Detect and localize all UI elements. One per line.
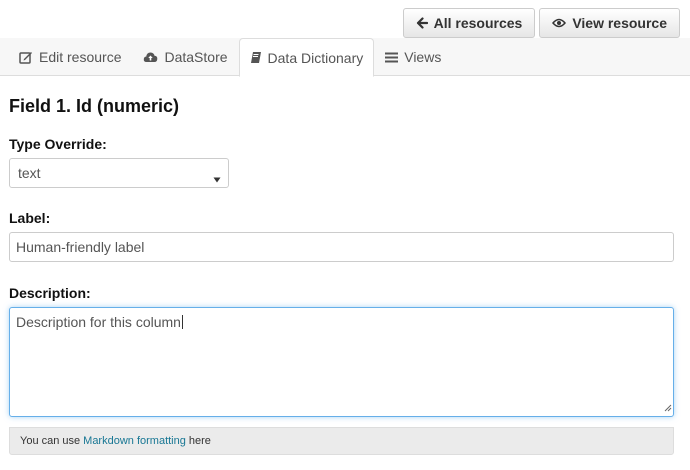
resource-actions: All resources View resource <box>402 8 680 38</box>
edit-icon <box>19 51 33 64</box>
resize-grip-icon[interactable] <box>663 399 672 415</box>
label-input[interactable]: Human-friendly label <box>9 232 674 262</box>
view-resource-button[interactable]: View resource <box>539 8 680 38</box>
type-override-label: Type Override: <box>9 136 107 152</box>
all-resources-label: All resources <box>433 15 523 31</box>
tab-edit-resource-label: Edit resource <box>39 49 122 65</box>
type-override-value: text <box>18 165 41 181</box>
markdown-help: You can use Markdown formatting here <box>9 427 674 455</box>
description-textarea[interactable]: Description for this column <box>9 307 674 417</box>
resource-tabs-bar: Edit resource DataStore Data Dictionary … <box>0 38 690 77</box>
cloud-upload-icon <box>143 51 158 63</box>
markdown-help-prefix: You can use <box>20 435 81 447</box>
resource-tabs: Edit resource DataStore Data Dictionary … <box>8 38 452 77</box>
tab-data-dictionary-label: Data Dictionary <box>267 49 364 66</box>
tab-data-dictionary[interactable]: Data Dictionary <box>238 38 375 77</box>
description-label: Description: <box>9 285 91 301</box>
label-input-value: Human-friendly label <box>16 239 145 255</box>
text-cursor <box>181 315 183 329</box>
list-icon <box>385 52 399 63</box>
caret-down-icon <box>213 170 221 186</box>
tab-views[interactable]: Views <box>374 38 452 76</box>
field-heading: Field 1. Id (numeric) <box>9 96 180 116</box>
type-override-select[interactable]: text <box>9 158 229 188</box>
label-field-label: Label: <box>9 210 51 226</box>
markdown-help-suffix: here <box>188 435 211 447</box>
tab-edit-resource[interactable]: Edit resource <box>8 38 132 76</box>
description-value: Description for this column <box>16 314 181 330</box>
view-resource-label: View resource <box>572 15 667 31</box>
markdown-formatting-link[interactable]: Markdown formatting <box>83 435 186 447</box>
tab-views-label: Views <box>404 49 442 65</box>
book-icon <box>250 51 262 64</box>
tab-datastore-label: DataStore <box>164 49 228 65</box>
arrow-left-icon <box>416 17 428 29</box>
all-resources-button[interactable]: All resources <box>402 8 536 38</box>
data-dictionary-form: Field 1. Id (numeric) Type Override: tex… <box>9 96 675 455</box>
eye-icon <box>552 18 567 28</box>
tab-datastore[interactable]: DataStore <box>132 38 238 76</box>
